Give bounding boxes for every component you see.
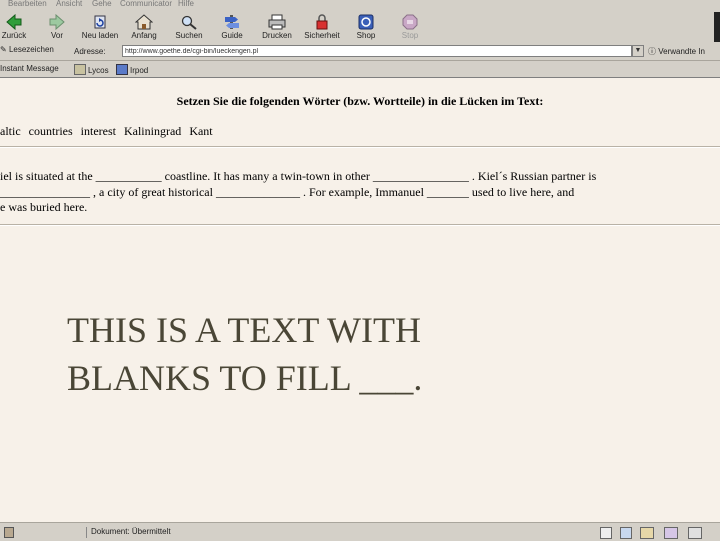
- component-bar-icon[interactable]: [688, 527, 702, 539]
- bookmark-folder-icon: [74, 64, 86, 75]
- component-bar-icon[interactable]: [640, 527, 654, 539]
- bookmark-folder-icon: [116, 64, 128, 75]
- exercise-line: _______________ , a city of great histor…: [0, 184, 575, 199]
- guide-button-label: Guide: [221, 31, 243, 40]
- reload-icon: [94, 15, 106, 29]
- navigation-toolbar: Zurück Vor Neu laden Anfang Suchen Guide…: [0, 10, 720, 45]
- bookmark-icon: ✎: [0, 45, 7, 54]
- divider: [0, 224, 720, 226]
- exercise-line: iel is situated at the ___________ coast…: [0, 169, 597, 183]
- reload-button[interactable]: Neu laden: [78, 12, 122, 42]
- shop-icon: [358, 14, 374, 30]
- security-button[interactable]: Sicherheit: [300, 12, 344, 42]
- menu-communicator[interactable]: Communicator: [120, 0, 172, 8]
- related-label: Verwandte In: [658, 47, 705, 56]
- related-icon: ⓘ: [648, 47, 656, 56]
- page-content: Setzen Sie die folgenden Wörter (bzw. Wo…: [0, 78, 720, 522]
- browser-logo: [714, 12, 720, 42]
- word-bank-item: interest: [80, 124, 116, 138]
- print-icon: [268, 14, 286, 30]
- component-bar-icon[interactable]: [620, 527, 632, 539]
- exercise-text: iel is situated at the ___________ coast…: [0, 169, 715, 216]
- back-arrow-icon: [6, 14, 22, 30]
- home-button[interactable]: Anfang: [122, 12, 166, 42]
- security-button-label: Sicherheit: [304, 31, 340, 40]
- forward-button-label: Vor: [50, 31, 63, 40]
- menu-bearbeiten[interactable]: Bearbeiten: [8, 0, 47, 8]
- personal-toolbar: Instant Message Lycos Irpod: [0, 61, 720, 78]
- bookmarks-label: Lesezeichen: [8, 45, 54, 54]
- menu-bar: Bearbeiten Ansicht Gehe Communicator Hil…: [0, 0, 720, 10]
- instruction-heading: Setzen Sie die folgenden Wörter (bzw. Wo…: [176, 94, 544, 108]
- search-button[interactable]: Suchen: [167, 12, 211, 42]
- overlay-line: BLANKS TO FILL ___.: [67, 358, 423, 398]
- instant-message-label: Instant Message: [0, 64, 59, 73]
- shop-button-label: Shop: [356, 31, 376, 40]
- stop-icon: [402, 14, 418, 30]
- menu-hilfe[interactable]: Hilfe: [178, 0, 194, 8]
- component-bar-icon[interactable]: [600, 527, 612, 539]
- menu-gehe[interactable]: Gehe: [92, 0, 112, 8]
- menu-ansicht[interactable]: Ansicht: [56, 0, 82, 8]
- search-icon: [181, 15, 197, 30]
- status-text: Dokument: Übermittelt: [86, 527, 591, 538]
- personal-link-lycos[interactable]: Lycos: [74, 64, 109, 75]
- irpod-label: Irpod: [130, 66, 149, 75]
- address-label: Adresse:: [74, 47, 106, 56]
- word-bank-item: countries: [28, 124, 73, 138]
- lock-icon: [316, 14, 328, 30]
- component-bar-icon[interactable]: [664, 527, 678, 539]
- search-button-label: Suchen: [175, 31, 203, 40]
- overlay-caption: THIS IS A TEXT WITH BLANKS TO FILL ___.: [67, 306, 422, 402]
- personal-link-irpod[interactable]: Irpod: [116, 64, 148, 75]
- word-bank-item: Kant: [189, 124, 213, 138]
- print-button-label: Drucken: [262, 31, 292, 40]
- overlay-line: THIS IS A TEXT WITH: [67, 310, 422, 350]
- word-bank-item: Kaliningrad: [123, 124, 182, 138]
- location-toolbar: ✎ Lesezeichen Adresse: ▼ ⓘ Verwandte In: [0, 44, 720, 61]
- divider: [0, 146, 720, 148]
- guide-icon: [225, 15, 239, 29]
- stop-button-label: Stop: [401, 31, 419, 40]
- exercise-line: e was buried here.: [0, 200, 88, 214]
- chevron-down-icon: ▼: [634, 47, 642, 54]
- guide-button[interactable]: Guide: [210, 12, 254, 42]
- security-status-icon: [4, 527, 14, 538]
- forward-arrow-icon: [49, 14, 65, 30]
- reload-button-label: Neu laden: [81, 31, 119, 40]
- stop-button[interactable]: Stop: [388, 12, 432, 42]
- address-dropdown-button[interactable]: ▼: [632, 45, 644, 57]
- home-button-label: Anfang: [131, 31, 157, 40]
- address-input[interactable]: [122, 45, 632, 57]
- bookmarks-button[interactable]: ✎ Lesezeichen: [0, 45, 54, 54]
- related-button[interactable]: ⓘ Verwandte In: [648, 46, 705, 57]
- home-icon: [135, 14, 153, 30]
- forward-button[interactable]: Vor: [35, 12, 79, 42]
- status-bar: Dokument: Übermittelt: [0, 522, 720, 541]
- word-bank-item: altic: [0, 124, 21, 138]
- print-button[interactable]: Drucken: [255, 12, 299, 42]
- back-button-label: Zurück: [1, 31, 27, 40]
- lycos-label: Lycos: [88, 66, 109, 75]
- word-bank: altic countries interest Kaliningrad Kan…: [0, 124, 218, 139]
- shop-button[interactable]: Shop: [344, 12, 388, 42]
- personal-link-instant-message[interactable]: Instant Message: [0, 64, 59, 73]
- back-button[interactable]: Zurück: [0, 12, 36, 42]
